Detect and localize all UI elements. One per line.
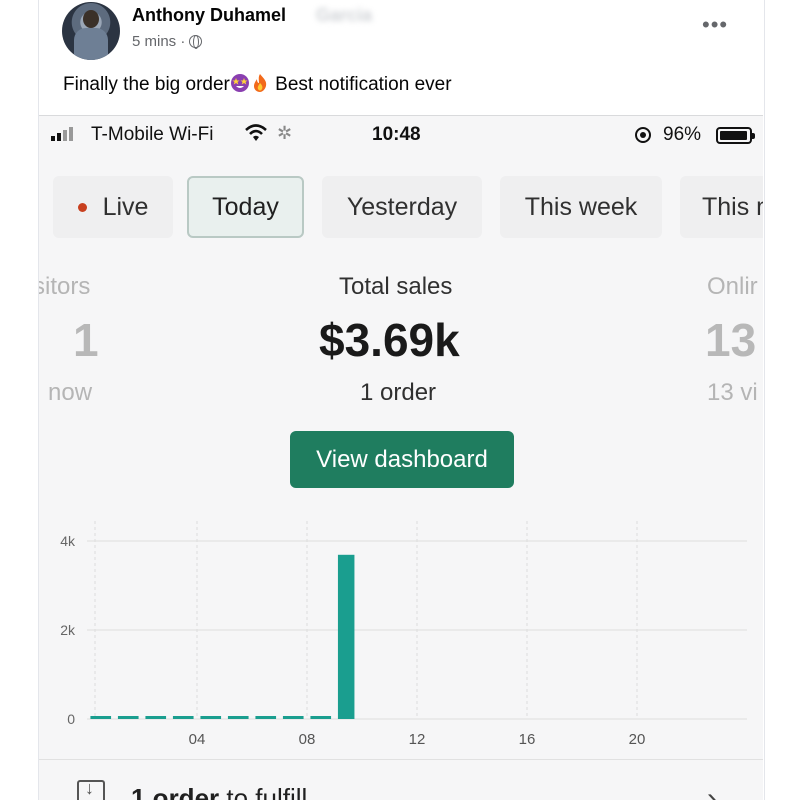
fulfill-count: 1 order xyxy=(131,783,220,800)
author-name-redacted: Garcia xyxy=(316,5,373,25)
post-time[interactable]: 5 mins · xyxy=(132,33,185,50)
visitors-sub: now xyxy=(48,379,93,406)
chart-bar xyxy=(145,716,167,719)
battery-percent: 96% xyxy=(663,124,702,145)
x-tick-label: 12 xyxy=(409,731,426,748)
x-tick-label: 08 xyxy=(299,731,316,748)
online-sub: 13 vi xyxy=(707,379,758,406)
view-dashboard-button[interactable]: View dashboard xyxy=(290,431,514,488)
tab-today[interactable]: Today xyxy=(187,176,304,238)
chart-bar xyxy=(310,716,332,719)
tab-this-week[interactable]: This week xyxy=(500,176,662,238)
chart-bar xyxy=(90,716,112,719)
status-bar: T-Mobile Wi-Fi ✲ 10:48 96% xyxy=(39,116,763,156)
chart-bar xyxy=(282,716,304,719)
chevron-right-icon[interactable]: › xyxy=(707,782,717,800)
sales-chart: 0 2k 4k 04 08 12 16 20 xyxy=(60,521,747,748)
live-dot-icon xyxy=(77,202,87,212)
fulfill-text: 1 order to fulfill xyxy=(131,783,307,800)
total-sales-orders: 1 order xyxy=(360,379,437,406)
tab-yesterday[interactable]: Yesterday xyxy=(322,176,482,238)
chart-bar xyxy=(117,716,139,719)
chart-bar xyxy=(255,716,277,719)
x-tick-label: 04 xyxy=(189,731,206,748)
post-text-end: Best notification ever xyxy=(269,74,452,95)
date-range-tabs: Live Today Yesterday This week This m xyxy=(39,176,763,238)
x-tick-label: 16 xyxy=(519,731,536,748)
tab-live-label: Live xyxy=(102,192,149,221)
chart-bar xyxy=(337,554,355,719)
tab-today-label: Today xyxy=(212,192,279,221)
total-sales-label: Total sales xyxy=(339,273,453,300)
tab-this-week-label: This week xyxy=(524,192,638,221)
star-struck-emoji xyxy=(230,74,249,92)
author-name[interactable]: Anthony Duhamel xyxy=(132,5,286,26)
tab-yesterday-label: Yesterday xyxy=(346,192,458,221)
post-text-start: Finally the big order xyxy=(63,74,230,95)
online-label: Onlir xyxy=(707,273,758,300)
signal-icon xyxy=(51,127,73,141)
y-tick-label: 4k xyxy=(60,533,76,549)
tab-this-month-label: This m xyxy=(702,192,763,221)
chart-bar xyxy=(172,716,194,719)
embedded-screenshot: T-Mobile Wi-Fi ✲ 10:48 96% Live Today Ye… xyxy=(39,115,763,800)
status-time: 10:48 xyxy=(372,124,421,145)
y-tick-label: 2k xyxy=(60,622,76,638)
tab-this-month[interactable]: This m xyxy=(680,176,763,238)
battery-icon xyxy=(716,127,755,144)
post-text: Finally the big order Best notification … xyxy=(63,73,452,96)
fulfill-rest: to fulfill xyxy=(219,783,308,800)
x-tick-label: 20 xyxy=(629,731,646,748)
chart-bar xyxy=(200,716,222,719)
carrier-label: T-Mobile Wi-Fi xyxy=(91,124,214,145)
orientation-lock-icon xyxy=(635,127,651,143)
fire-emoji xyxy=(253,74,267,92)
inbox-icon xyxy=(77,778,105,800)
avatar[interactable] xyxy=(62,2,120,60)
post-meta: 5 mins · xyxy=(132,33,203,50)
online-value: 13 xyxy=(705,314,757,366)
total-sales-value: $3.69k xyxy=(319,314,460,366)
y-tick-label: 0 xyxy=(67,711,75,727)
fulfill-row[interactable]: 1 order to fulfill › xyxy=(39,759,763,800)
wifi-icon xyxy=(245,124,267,141)
globe-icon[interactable] xyxy=(189,35,203,49)
visitors-value: 1 xyxy=(73,314,99,366)
visitors-label: sitors xyxy=(39,273,91,300)
loading-icon: ✲ xyxy=(277,123,293,143)
more-icon[interactable]: ••• xyxy=(702,14,728,36)
chart-bar xyxy=(227,716,249,719)
tab-live[interactable]: Live xyxy=(53,176,173,238)
